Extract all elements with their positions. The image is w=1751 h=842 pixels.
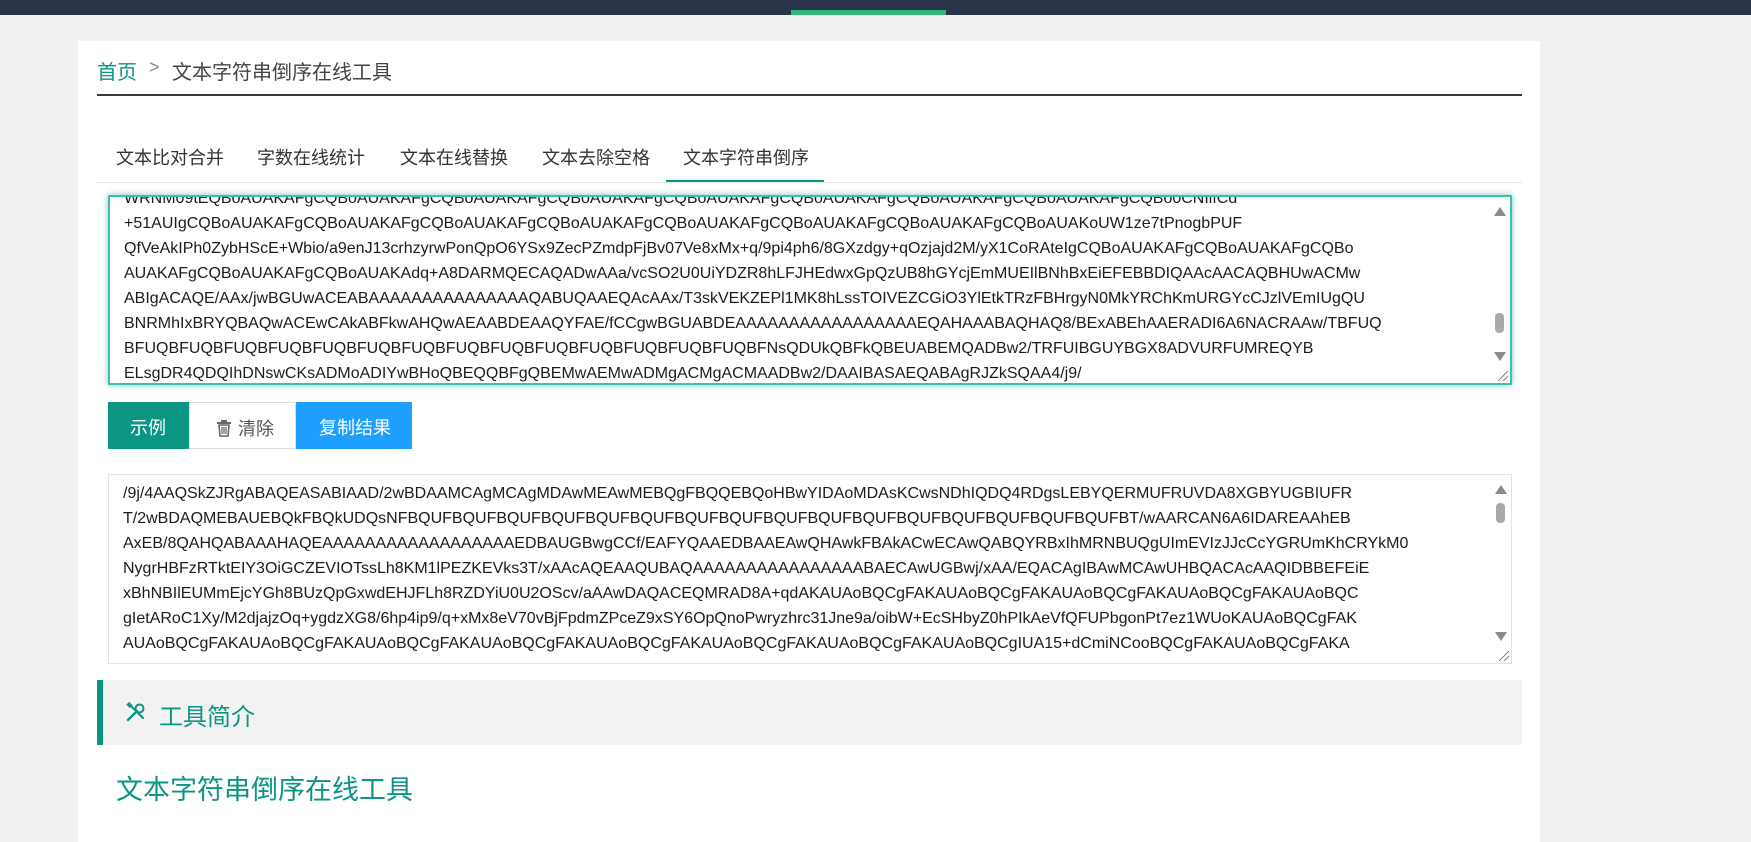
top-navbar — [0, 0, 1751, 15]
text-line: AUAoBQCgFAKAUAoBQCgFAKAUAoBQCgFAKAUAoBQC… — [123, 635, 1350, 652]
text-line: WRNM09tEQBoAUAKAFgCQBoAUAKAFgCQBoAUAKAFg… — [124, 195, 1238, 207]
tool-intro-header: 工具简介 — [97, 680, 1522, 745]
input-scrollbar[interactable] — [1488, 197, 1510, 383]
text-line: BNRMhIxBRYQBAQwACEwCAkABFkwAHQwAEAABDEAA… — [124, 315, 1382, 332]
tab-label: 文本在线替换 — [400, 148, 508, 168]
resize-handle-icon[interactable] — [1499, 651, 1509, 661]
intro-content: 文本字符串倒序在线工具 — [97, 757, 1522, 842]
text-line: AUAKAFgCQBoAUAKAFgCQBoAUAKAdq+A8DARMQECA… — [124, 265, 1361, 282]
clear-button[interactable]: 清除 — [189, 402, 296, 449]
scroll-up-arrow-icon[interactable] — [1494, 207, 1506, 216]
input-textarea[interactable]: WRNM09tEQBoAUAKAFgCQBoAUAKAFgCQBoAUAKAFg… — [108, 195, 1512, 385]
tab-text-replace[interactable]: 文本在线替换 — [379, 144, 508, 181]
tab-text-compare-merge[interactable]: 文本比对合并 — [97, 144, 224, 181]
text-line: ELsgDR4QDQIhDNswCKsADMoADIYwBHoQBEQQBFgQ… — [124, 365, 1082, 382]
tab-label: 文本比对合并 — [116, 148, 224, 168]
topbar-active-indicator — [791, 10, 946, 15]
text-line: xBhNBIlEUMmEjcYGh8BUzQpGxwdEHJFLh8RZDYiU… — [123, 585, 1359, 602]
tab-remove-spaces[interactable]: 文本去除空格 — [521, 144, 650, 181]
input-text-lines: WRNM09tEQBoAUAKAFgCQBoAUAKAFgCQBoAUAKAFg… — [124, 195, 1476, 383]
text-line: QfVeAkIPh0ZybHScE+Wbio/a9enJ13crhzyrwPon… — [124, 240, 1354, 257]
tab-label: 字数在线统计 — [257, 148, 365, 168]
tab-word-count[interactable]: 字数在线统计 — [237, 144, 365, 181]
example-button-label: 示例 — [130, 418, 166, 438]
output-textarea[interactable]: /9j/4AAQSkZJRgABAQEASABIAAD/2wBDAAMCAgMC… — [108, 474, 1512, 664]
tab-label: 文本去除空格 — [542, 148, 650, 168]
breadcrumb-home-link[interactable]: 首页 — [97, 56, 137, 85]
text-line: NygrHBFzRTktEIY3OiGCZEVIOTssLh8KM1lPEZKE… — [123, 560, 1370, 577]
tools-icon — [126, 701, 145, 722]
text-line: +51AUIgCQBoAUAKAFgCQBoAUAKAFgCQBoAUAKAFg… — [124, 215, 1243, 232]
text-line: gIetARoC1Xy/M2djajzOq+ygdzXG8/6hp4ip9/q+… — [123, 610, 1357, 627]
resize-handle-icon[interactable] — [1498, 371, 1508, 381]
text-line: BFUQBFUQBFUQBFUQBFUQBFUQBFUQBFUQBFUQBFUQ… — [124, 340, 1314, 357]
breadcrumb-current: 文本字符串倒序在线工具 — [172, 62, 392, 84]
output-scrollbar[interactable] — [1489, 475, 1511, 663]
scroll-down-arrow-icon[interactable] — [1495, 632, 1507, 641]
scroll-up-arrow-icon[interactable] — [1495, 485, 1507, 494]
tab-label: 文本字符串倒序 — [683, 148, 809, 168]
scroll-thumb[interactable] — [1495, 313, 1504, 333]
copy-result-button-label: 复制结果 — [319, 418, 391, 438]
output-text-lines: /9j/4AAQSkZJRgABAQEASABIAAD/2wBDAAMCAgMC… — [123, 481, 1477, 656]
trash-icon — [217, 420, 231, 437]
breadcrumb-separator: > — [149, 57, 160, 77]
text-line: AxEB/8QAHQABAAAHAQEAAAAAAAAAAAAAAAAAAEDB… — [123, 535, 1409, 552]
example-button[interactable]: 示例 — [108, 402, 189, 449]
copy-result-button[interactable]: 复制结果 — [296, 402, 412, 449]
content-title: 文本字符串倒序在线工具 — [116, 775, 413, 805]
tab-string-reverse[interactable]: 文本字符串倒序 — [666, 144, 824, 182]
tool-tabs: 文本比对合并 字数在线统计 文本在线替换 文本去除空格 文本字符串倒序 — [97, 136, 1522, 183]
text-line: /9j/4AAQSkZJRgABAQEASABIAAD/2wBDAAMCAgMC… — [123, 485, 1353, 502]
scroll-thumb[interactable] — [1496, 503, 1505, 523]
breadcrumb: 首页 > 文本字符串倒序在线工具 — [97, 56, 1522, 96]
text-line: T/2wBDAQMEBAUEBQkFBQkUDQsNFBQUFBQUFBQUFB… — [123, 510, 1351, 527]
clear-button-label: 清除 — [238, 419, 274, 439]
tool-intro-title: 工具简介 — [159, 704, 255, 731]
text-line: ABIgACAQE/AAx/jwBGUwACEABAAAAAAAAAAAAAAA… — [124, 290, 1365, 307]
scroll-down-arrow-icon[interactable] — [1494, 352, 1506, 361]
